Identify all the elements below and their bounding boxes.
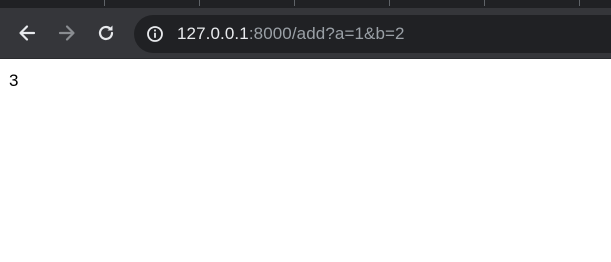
tab-separator <box>294 0 295 6</box>
arrow-right-icon <box>58 25 75 41</box>
forward-button[interactable] <box>54 20 80 46</box>
info-circle-icon[interactable] <box>146 25 164 43</box>
browser-toolbar: 127.0.0.1:8000/add?a=1&b=2 <box>0 8 611 59</box>
tab-separator <box>104 0 105 6</box>
tab-separator <box>579 0 580 6</box>
tab-separator <box>199 0 200 6</box>
url-host: 127.0.0.1 <box>177 24 249 43</box>
address-bar[interactable]: 127.0.0.1:8000/add?a=1&b=2 <box>134 15 611 53</box>
reload-icon <box>98 25 114 41</box>
reload-button[interactable] <box>93 20 119 46</box>
tab-separator <box>389 0 390 6</box>
tab-separator <box>484 0 485 6</box>
arrow-left-icon <box>19 25 36 41</box>
back-button[interactable] <box>14 20 40 46</box>
page-content: 3 <box>0 59 611 262</box>
response-text: 3 <box>9 71 19 90</box>
tab-strip <box>0 0 611 8</box>
url-path: :8000/add?a=1&b=2 <box>248 24 405 43</box>
url-text[interactable]: 127.0.0.1:8000/add?a=1&b=2 <box>177 24 405 44</box>
